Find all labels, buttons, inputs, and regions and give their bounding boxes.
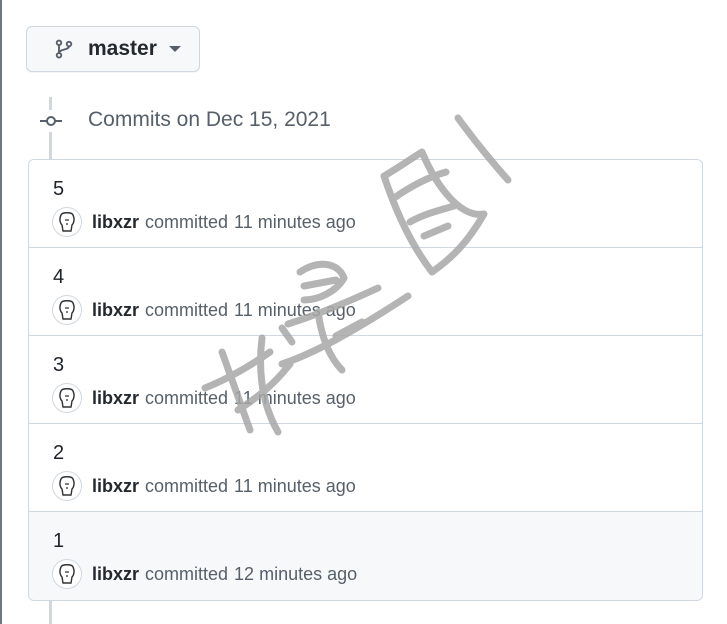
git-branch-icon	[54, 39, 74, 59]
commit-action-text: committed	[145, 299, 229, 320]
commit-author-link[interactable]: libxzr	[92, 388, 139, 409]
commit-author-link[interactable]: libxzr	[92, 564, 139, 585]
window-left-edge	[0, 0, 2, 624]
commit-row: 3 libxzr committed 11 minutes ago	[29, 336, 702, 424]
commit-author-link[interactable]: libxzr	[92, 212, 139, 233]
commit-title-link[interactable]: 5	[53, 178, 64, 201]
commit-time: 11 minutes ago	[234, 387, 356, 408]
commit-time: 11 minutes ago	[234, 299, 356, 320]
commit-title-link[interactable]: 1	[53, 530, 64, 553]
avatar-icon[interactable]	[52, 207, 82, 237]
commit-time: 11 minutes ago	[234, 475, 356, 496]
commit-row: 2 libxzr committed 11 minutes ago	[29, 424, 702, 512]
commit-action-text: committed	[145, 211, 229, 232]
commit-meta: libxzr committed 12 minutes ago	[52, 559, 357, 589]
avatar-icon[interactable]	[52, 559, 82, 589]
commit-row: 1 libxzr committed 12 minutes ago	[29, 512, 702, 600]
avatar-icon[interactable]	[52, 383, 82, 413]
commit-time: 12 minutes ago	[234, 563, 358, 584]
commit-time: 11 minutes ago	[234, 211, 356, 232]
commit-action-text: committed	[145, 475, 229, 496]
commit-action-text: committed	[145, 387, 229, 408]
branch-select-button[interactable]: master	[26, 26, 200, 72]
commits-date-heading: Commits on Dec 15, 2021	[88, 108, 331, 131]
commit-meta: libxzr committed 11 minutes ago	[52, 471, 356, 501]
commit-title-link[interactable]: 3	[53, 354, 64, 377]
commit-action-text: committed	[145, 563, 229, 584]
commit-list: 5 libxzr committed 11 minutes ago 4 libx…	[28, 159, 703, 601]
commit-meta: libxzr committed 11 minutes ago	[52, 207, 356, 237]
caret-down-icon	[168, 46, 181, 52]
commit-meta: libxzr committed 11 minutes ago	[52, 383, 356, 413]
commit-meta: libxzr committed 11 minutes ago	[52, 295, 356, 325]
commit-row: 5 libxzr committed 11 minutes ago	[29, 160, 702, 248]
branch-name: master	[88, 37, 157, 60]
avatar-icon[interactable]	[52, 471, 82, 501]
commit-title-link[interactable]: 4	[53, 266, 64, 289]
commit-author-link[interactable]: libxzr	[92, 476, 139, 497]
commit-author-link[interactable]: libxzr	[92, 300, 139, 321]
git-commit-icon	[38, 110, 64, 132]
commit-row: 4 libxzr committed 11 minutes ago	[29, 248, 702, 336]
avatar-icon[interactable]	[52, 295, 82, 325]
commit-title-link[interactable]: 2	[53, 442, 64, 465]
